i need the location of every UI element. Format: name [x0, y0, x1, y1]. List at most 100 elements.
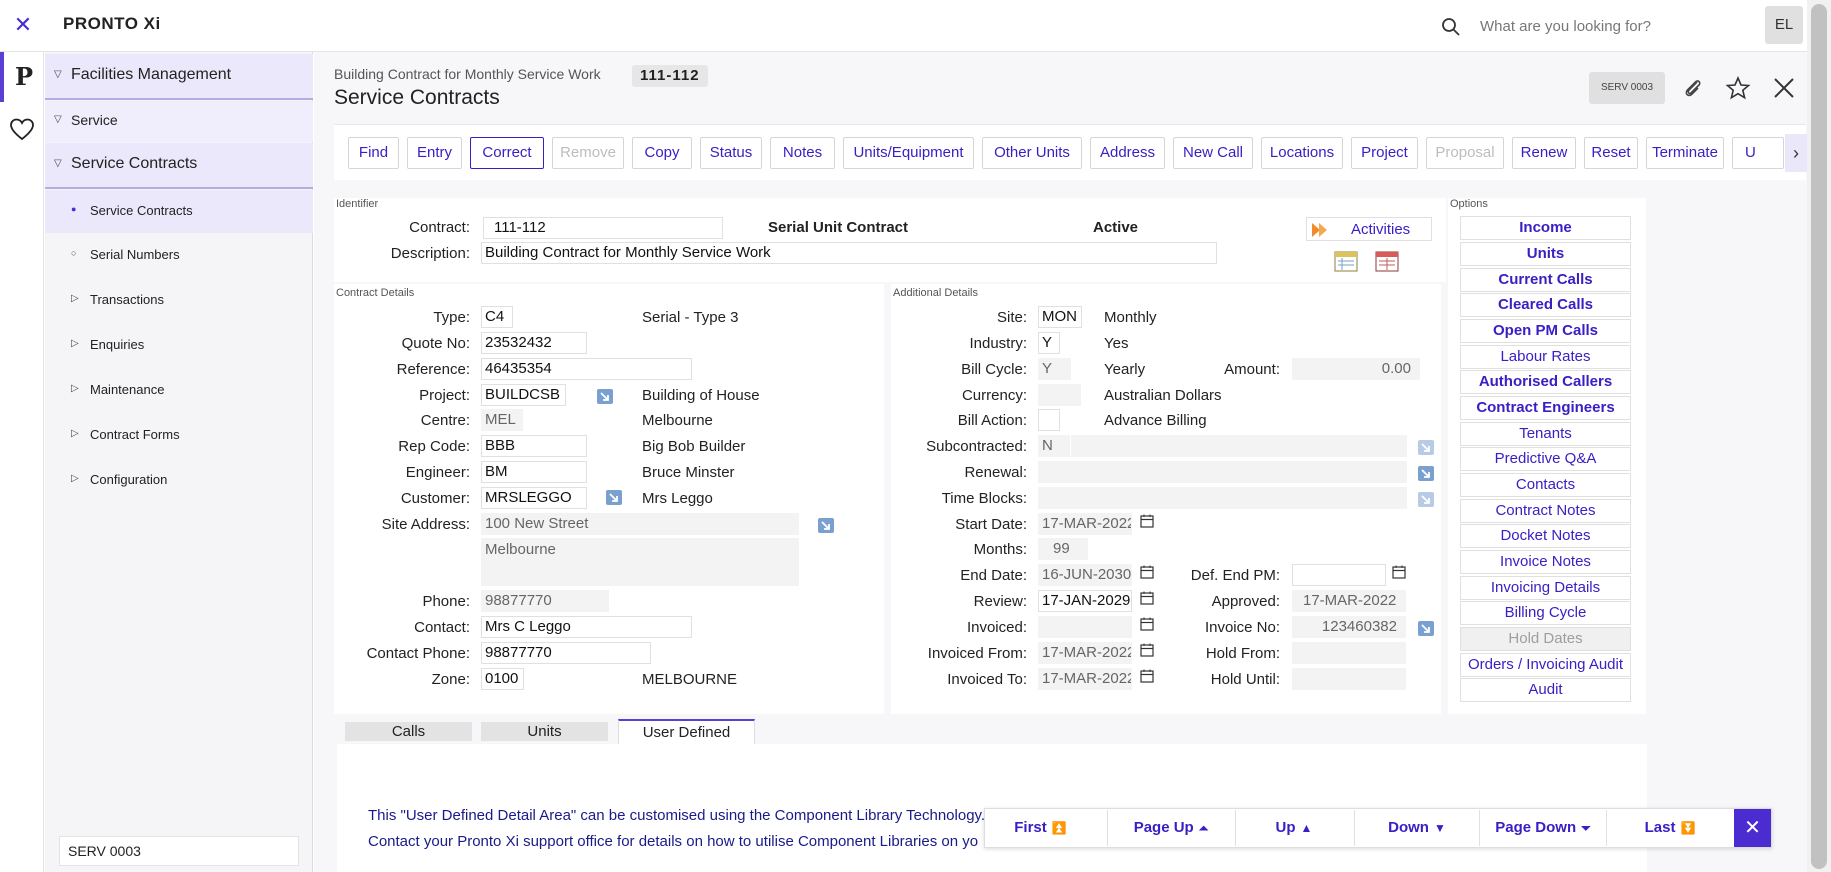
subcontracted-lookup-icon[interactable]	[1418, 440, 1434, 455]
option-audit[interactable]: Audit	[1460, 678, 1631, 702]
sidebar-item-service-contracts[interactable]: ● Service Contracts	[45, 190, 313, 233]
option-invoicing-details[interactable]: Invoicing Details	[1460, 576, 1631, 600]
calendar-icon[interactable]	[1140, 514, 1154, 528]
bill-cycle-field[interactable]: Y	[1038, 358, 1071, 380]
description-field[interactable]: Building Contract for Monthly Service Wo…	[481, 242, 1217, 264]
option-tenants[interactable]: Tenants	[1460, 422, 1631, 446]
type-field[interactable]: C4	[481, 306, 513, 328]
entry-button[interactable]: Entry	[407, 137, 462, 169]
pager-close-icon[interactable]: ✕	[1734, 809, 1771, 847]
address-button[interactable]: Address	[1090, 137, 1165, 169]
site-address-line2-field[interactable]: Melbourne	[481, 538, 799, 586]
invoiced-field[interactable]	[1038, 616, 1132, 638]
tab-calls[interactable]: Calls	[345, 722, 472, 741]
option-contract-engineers[interactable]: Contract Engineers	[1460, 396, 1631, 420]
site-address-lookup-icon[interactable]	[818, 518, 834, 533]
copy-button[interactable]: Copy	[632, 137, 692, 169]
close-menu-icon[interactable]: ✕	[10, 12, 36, 38]
site-address-line1-field[interactable]: 100 New Street	[481, 513, 799, 535]
option-hold-dates[interactable]: Hold Dates	[1460, 627, 1631, 651]
object-icon[interactable]	[1375, 249, 1399, 278]
customer-lookup-icon[interactable]	[606, 490, 622, 505]
renewal-lookup-icon[interactable]	[1418, 466, 1434, 481]
calendar-icon[interactable]	[1140, 591, 1154, 605]
project-lookup-icon[interactable]	[597, 389, 613, 404]
contact-field[interactable]: Mrs C Leggo	[481, 616, 692, 638]
project-field[interactable]: BUILDCSB	[481, 384, 566, 406]
pronto-home-icon[interactable]: P	[0, 52, 44, 102]
status-button[interactable]: Status	[700, 137, 762, 169]
calendar-icon[interactable]	[1140, 643, 1154, 657]
centre-field[interactable]: MEL	[481, 409, 523, 431]
correct-button[interactable]: Correct	[470, 137, 544, 169]
favourites-heart-icon[interactable]	[8, 116, 36, 144]
invoiced-to-field[interactable]: 17-MAR-2022	[1038, 668, 1132, 690]
currency-field[interactable]	[1038, 384, 1081, 406]
subcontracted-field[interactable]: N	[1038, 435, 1070, 457]
hold-until-field[interactable]	[1292, 668, 1406, 690]
time-blocks-field[interactable]	[1038, 487, 1407, 509]
calendar-icon[interactable]	[1140, 565, 1154, 579]
sidebar-item-service-contracts-group[interactable]: ▽ Service Contracts	[45, 143, 313, 189]
renewal-field[interactable]	[1038, 461, 1407, 483]
up-button[interactable]: Up ▲	[1240, 811, 1348, 845]
customer-field[interactable]: MRSLEGGO	[481, 487, 587, 509]
global-search-input[interactable]	[1480, 10, 1750, 42]
terminate-button[interactable]: Terminate	[1646, 137, 1724, 169]
other-units-button[interactable]: Other Units	[982, 137, 1082, 169]
sidebar-item-serial-numbers[interactable]: ○ Serial Numbers	[45, 234, 313, 277]
more-actions-button[interactable]: U	[1732, 137, 1784, 169]
last-button[interactable]: Last ⏬	[1611, 811, 1729, 845]
notes-button[interactable]: Notes	[770, 137, 835, 169]
chevron-right-icon[interactable]: ›	[1785, 134, 1807, 172]
option-contacts[interactable]: Contacts	[1460, 473, 1631, 497]
option-billing-cycle[interactable]: Billing Cycle	[1460, 601, 1631, 625]
bill-action-field[interactable]	[1038, 409, 1060, 431]
option-units[interactable]: Units	[1460, 242, 1631, 266]
start-date-field[interactable]: 17-MAR-2022	[1038, 513, 1132, 535]
end-date-field[interactable]: 16-JUN-2030	[1038, 564, 1132, 586]
sidebar-item-transactions[interactable]: ▷ Transactions	[45, 279, 313, 322]
down-button[interactable]: Down ▼	[1359, 811, 1475, 845]
rep-code-field[interactable]: BBB	[481, 435, 587, 457]
engineer-field[interactable]: BM	[481, 461, 587, 483]
close-icon[interactable]	[1771, 75, 1797, 101]
user-avatar[interactable]: EL	[1765, 6, 1803, 44]
hold-from-field[interactable]	[1292, 642, 1406, 664]
invoiced-from-field[interactable]: 17-MAR-2022	[1038, 642, 1132, 664]
calendar-icon[interactable]	[1140, 669, 1154, 683]
option-docket-notes[interactable]: Docket Notes	[1460, 524, 1631, 548]
sidebar-item-configuration[interactable]: ▷ Configuration	[45, 459, 313, 502]
site-field[interactable]: MON	[1038, 306, 1082, 328]
sidebar-item-maintenance[interactable]: ▷ Maintenance	[45, 369, 313, 412]
reference-field[interactable]: 46435354	[481, 358, 692, 380]
locations-button[interactable]: Locations	[1261, 137, 1343, 169]
tab-user-defined[interactable]: User Defined	[618, 719, 755, 745]
sidebar-item-service[interactable]: ▽ Service	[45, 101, 313, 142]
phone-field[interactable]: 98877770	[481, 590, 609, 612]
scrollbar-thumb[interactable]	[1811, 4, 1827, 869]
project-button[interactable]: Project	[1351, 137, 1418, 169]
paperclip-icon[interactable]	[1680, 75, 1706, 101]
star-icon[interactable]	[1725, 75, 1751, 101]
def-end-pm-field[interactable]	[1292, 564, 1386, 586]
new-call-button[interactable]: New Call	[1173, 137, 1253, 169]
invoice-lookup-icon[interactable]	[1418, 621, 1434, 636]
option-labour-rates[interactable]: Labour Rates	[1460, 345, 1631, 369]
option-predictive-qa[interactable]: Predictive Q&A	[1460, 447, 1631, 471]
sidebar-item-facilities-management[interactable]: ▽ Facilities Management	[45, 54, 313, 100]
zone-field[interactable]: 0100	[481, 668, 524, 690]
search-icon[interactable]	[1440, 16, 1462, 38]
months-field[interactable]: 99	[1038, 538, 1088, 560]
approved-field[interactable]: 17-MAR-2022	[1292, 590, 1406, 612]
calendar-icon[interactable]	[1392, 565, 1406, 579]
option-orders-invoicing-audit[interactable]: Orders / Invoicing Audit	[1460, 653, 1631, 677]
map-icon[interactable]	[1334, 249, 1358, 278]
activities-button[interactable]: Activities	[1306, 217, 1432, 241]
amount-field[interactable]: 0.00	[1292, 358, 1420, 380]
option-invoice-notes[interactable]: Invoice Notes	[1460, 550, 1631, 574]
option-cleared-calls[interactable]: Cleared Calls	[1460, 293, 1631, 317]
contract-field[interactable]: 111-112	[483, 217, 723, 239]
option-authorised-callers[interactable]: Authorised Callers	[1460, 370, 1631, 394]
option-open-pm-calls[interactable]: Open PM Calls	[1460, 319, 1631, 343]
